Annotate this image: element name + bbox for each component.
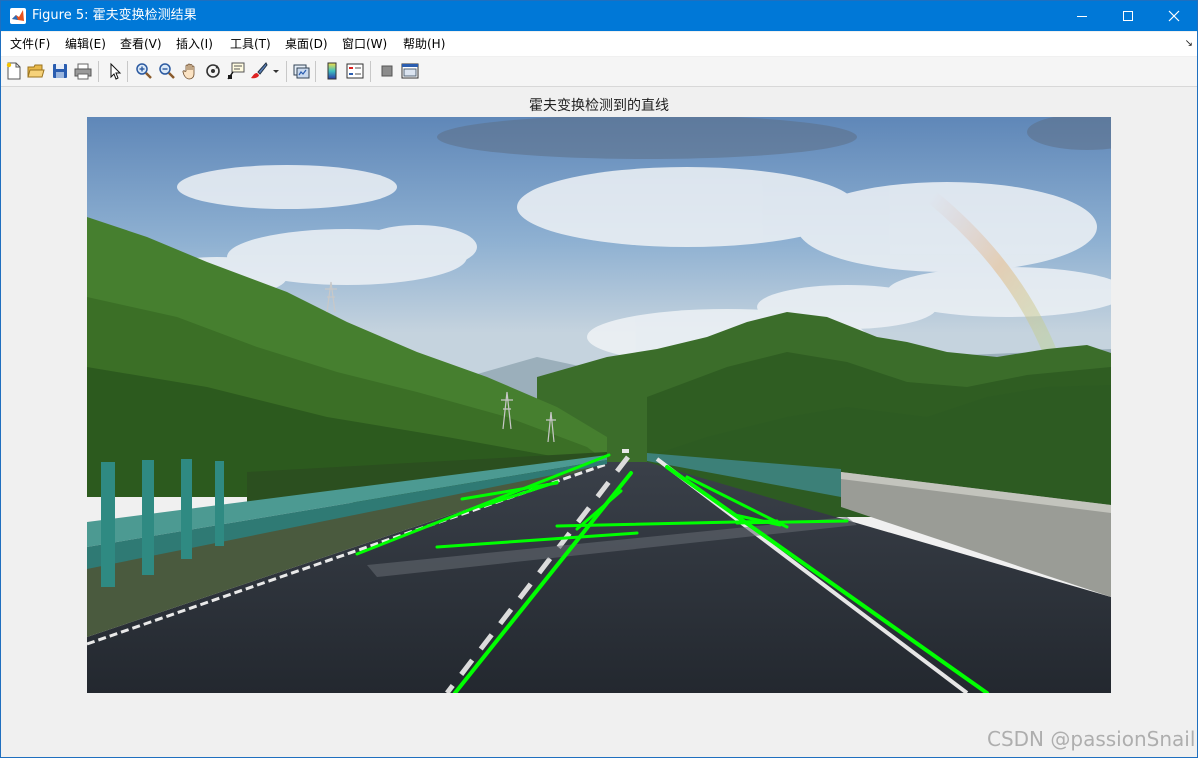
toolbar-separator bbox=[315, 61, 316, 82]
menu-window[interactable]: 窗口(W) bbox=[342, 37, 387, 52]
menu-edit[interactable]: 编辑(E) bbox=[65, 37, 106, 52]
zoom-in-icon[interactable] bbox=[135, 62, 153, 80]
menu-file[interactable]: 文件(F) bbox=[10, 37, 50, 52]
hide-plot-tools-icon[interactable] bbox=[378, 62, 396, 80]
menu-view[interactable]: 查看(V) bbox=[120, 37, 162, 52]
menu-help[interactable]: 帮助(H) bbox=[403, 37, 445, 52]
close-icon bbox=[1168, 10, 1180, 22]
menu-insert[interactable]: 插入(I) bbox=[176, 37, 213, 52]
toolbar bbox=[1, 57, 1197, 87]
show-plot-tools-icon[interactable] bbox=[401, 62, 419, 80]
brush-icon[interactable] bbox=[250, 62, 268, 80]
minimize-icon bbox=[1077, 16, 1087, 17]
axes-title: 霍夫变换检测到的直线 bbox=[529, 98, 669, 114]
toolbar-separator bbox=[98, 61, 99, 82]
menu-desktop[interactable]: 桌面(D) bbox=[285, 37, 328, 52]
save-icon[interactable] bbox=[51, 62, 69, 80]
csdn-watermark: CSDN @passionSnail bbox=[987, 727, 1196, 751]
figure-window: Figure 5: 霍夫变换检测结果 文件(F) 编辑(E) 查看(V) 插入(… bbox=[0, 0, 1198, 758]
rotate-3d-icon[interactable] bbox=[204, 62, 222, 80]
dock-arrow-icon[interactable]: ↘ bbox=[1185, 38, 1193, 49]
menu-tools[interactable]: 工具(T) bbox=[230, 37, 271, 52]
data-cursor-icon[interactable] bbox=[227, 62, 245, 80]
link-plot-icon[interactable] bbox=[292, 62, 310, 80]
road-scene-image bbox=[87, 117, 1111, 693]
open-file-icon[interactable] bbox=[27, 62, 45, 80]
hough-line bbox=[735, 519, 849, 525]
figure-canvas: 霍夫变换检测到的直线 bbox=[1, 87, 1197, 757]
pan-hand-icon[interactable] bbox=[181, 62, 199, 80]
minimize-button[interactable] bbox=[1059, 1, 1105, 31]
window-title: Figure 5: 霍夫变换检测结果 bbox=[32, 8, 197, 23]
title-bar: Figure 5: 霍夫变换检测结果 bbox=[1, 1, 1197, 31]
toolbar-separator bbox=[370, 61, 371, 82]
maximize-icon bbox=[1123, 11, 1133, 21]
print-icon[interactable] bbox=[74, 62, 92, 80]
pointer-icon[interactable] bbox=[106, 62, 124, 80]
new-figure-icon[interactable] bbox=[5, 62, 23, 80]
menu-bar: 文件(F) 编辑(E) 查看(V) 插入(I) 工具(T) 桌面(D) 窗口(W… bbox=[1, 32, 1197, 56]
close-button[interactable] bbox=[1151, 1, 1197, 31]
brush-dropdown-icon[interactable] bbox=[271, 62, 281, 80]
toolbar-separator bbox=[127, 61, 128, 82]
road-photo[interactable] bbox=[87, 117, 1111, 693]
zoom-out-icon[interactable] bbox=[158, 62, 176, 80]
matlab-logo-icon bbox=[10, 8, 26, 24]
colorbar-icon[interactable] bbox=[323, 62, 341, 80]
toolbar-separator bbox=[286, 61, 287, 82]
legend-icon[interactable] bbox=[346, 62, 364, 80]
maximize-button[interactable] bbox=[1105, 1, 1151, 31]
